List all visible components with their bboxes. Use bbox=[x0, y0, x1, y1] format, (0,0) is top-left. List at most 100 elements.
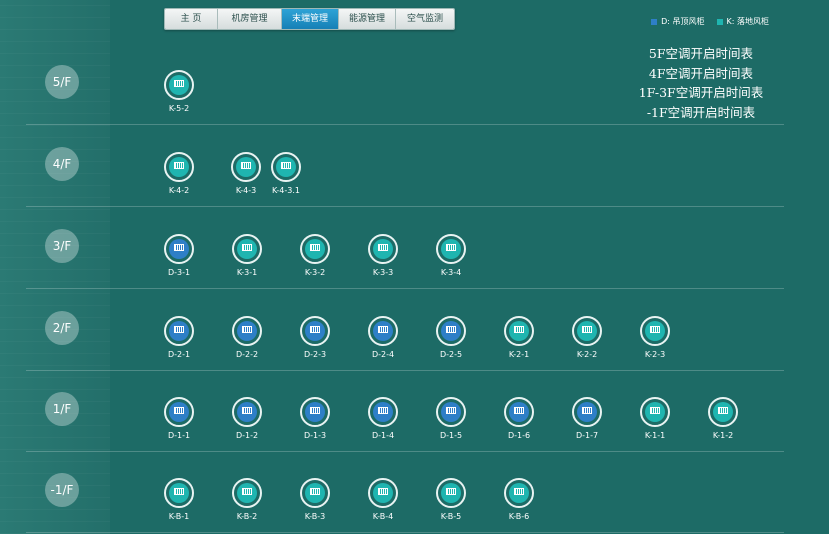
ac-unit[interactable]: K-3-4 bbox=[426, 234, 476, 277]
vent-icon bbox=[446, 488, 456, 495]
ac-unit[interactable]: K-B-3 bbox=[290, 478, 340, 521]
ac-unit[interactable]: K-3-1 bbox=[222, 234, 272, 277]
ac-unit-icon bbox=[164, 152, 194, 182]
ac-unit-icon bbox=[504, 316, 534, 346]
tab-terminal[interactable]: 末端管理 bbox=[282, 9, 339, 29]
legend-item-d: D: 吊顶风柜 bbox=[651, 16, 705, 27]
ac-unit-icon bbox=[368, 397, 398, 427]
ac-unit[interactable]: D-1-5 bbox=[426, 397, 476, 440]
main-nav: 主 页 机房管理 末端管理 能源管理 空气监测 bbox=[164, 8, 455, 30]
ac-unit[interactable]: K-2-1 bbox=[494, 316, 544, 359]
ac-unit[interactable]: D-2-2 bbox=[222, 316, 272, 359]
vent-icon bbox=[446, 326, 456, 333]
ac-unit-label: D-1-4 bbox=[371, 431, 395, 440]
vent-icon bbox=[718, 407, 728, 414]
ac-unit-icon bbox=[231, 152, 261, 182]
ac-unit-icon bbox=[368, 316, 398, 346]
tab-energy[interactable]: 能源管理 bbox=[339, 9, 396, 29]
vent-icon bbox=[378, 407, 388, 414]
ac-unit[interactable]: D-2-5 bbox=[426, 316, 476, 359]
ac-unit-label: K-1-2 bbox=[712, 431, 734, 440]
ac-unit[interactable]: K-B-6 bbox=[494, 478, 544, 521]
ac-unit[interactable]: D-1-7 bbox=[562, 397, 612, 440]
floor-label: 4/F bbox=[45, 146, 79, 181]
vent-icon bbox=[650, 407, 660, 414]
ac-unit-icon bbox=[436, 316, 466, 346]
vent-icon bbox=[582, 407, 592, 414]
ac-unit-label: K-2-3 bbox=[644, 350, 666, 359]
vent-icon bbox=[242, 488, 252, 495]
ac-unit[interactable]: D-1-6 bbox=[494, 397, 544, 440]
ac-unit-icon bbox=[232, 478, 262, 508]
vent-icon bbox=[281, 162, 291, 169]
vent-icon bbox=[174, 244, 184, 251]
ac-unit-label: K-3-1 bbox=[236, 268, 258, 277]
ac-unit-icon bbox=[436, 397, 466, 427]
ac-unit[interactable]: K-B-5 bbox=[426, 478, 476, 521]
ac-unit[interactable]: K-5-2 bbox=[154, 70, 204, 113]
ac-unit[interactable]: K-1-2 bbox=[698, 397, 748, 440]
vent-icon bbox=[310, 407, 320, 414]
ac-unit[interactable]: K-1-1 bbox=[630, 397, 680, 440]
ac-unit[interactable]: K-4-2 bbox=[154, 152, 204, 195]
tab-home[interactable]: 主 页 bbox=[165, 9, 218, 29]
ac-unit[interactable]: D-1-2 bbox=[222, 397, 272, 440]
ac-unit-label: K-4-2 bbox=[168, 186, 190, 195]
vent-icon bbox=[378, 488, 388, 495]
floor-label: 5/F bbox=[45, 64, 79, 99]
floor-row: 2/F D-2-1 D-2-2 D-2-3 D-2-4 D-2-5 K-2-1 K-2-2 K-… bbox=[0, 290, 784, 371]
legend-swatch-d bbox=[651, 18, 658, 25]
floor-row: -1/F K-B-1 K-B-2 K-B-3 K-B-4 K-B-5 K-B-6 bbox=[0, 452, 784, 533]
ac-unit-label: K-B-3 bbox=[304, 512, 326, 521]
legend-swatch-k bbox=[716, 18, 723, 25]
ac-unit[interactable]: K-B-1 bbox=[154, 478, 204, 521]
ac-unit[interactable]: D-1-3 bbox=[290, 397, 340, 440]
ac-unit[interactable]: K-3-2 bbox=[290, 234, 340, 277]
ac-unit-label: K-3-4 bbox=[440, 268, 462, 277]
vent-icon bbox=[174, 162, 184, 169]
vent-icon bbox=[378, 244, 388, 251]
ac-unit-label: K-1-1 bbox=[644, 431, 666, 440]
ac-unit-label: D-2-3 bbox=[303, 350, 327, 359]
ac-unit[interactable]: D-1-1 bbox=[154, 397, 204, 440]
ac-unit-icon bbox=[271, 152, 301, 182]
ac-unit-label: D-1-5 bbox=[439, 431, 463, 440]
legend: D: 吊顶风柜 K: 落地风柜 bbox=[651, 16, 769, 27]
ac-unit[interactable]: K-2-2 bbox=[562, 316, 612, 359]
ac-unit-icon bbox=[164, 234, 194, 264]
vent-icon bbox=[378, 326, 388, 333]
floor-row: 3/F D-3-1 K-3-1 K-3-2 K-3-3 K-3-4 bbox=[0, 208, 784, 289]
floor-row: 1/F D-1-1 D-1-2 D-1-3 D-1-4 D-1-5 D-1-6 D-1-7 K-… bbox=[0, 371, 784, 452]
tab-machine-room[interactable]: 机房管理 bbox=[218, 9, 282, 29]
ac-unit[interactable]: K-3-3 bbox=[358, 234, 408, 277]
ac-unit-label: D-3-1 bbox=[167, 268, 191, 277]
vent-icon bbox=[174, 488, 184, 495]
tab-air-monitor[interactable]: 空气监测 bbox=[396, 9, 454, 29]
vent-icon bbox=[650, 326, 660, 333]
ac-unit[interactable]: K-2-3 bbox=[630, 316, 680, 359]
ac-unit[interactable]: K-B-2 bbox=[222, 478, 272, 521]
ac-unit[interactable]: D-3-1 bbox=[154, 234, 204, 277]
ac-unit-icon bbox=[504, 478, 534, 508]
vent-icon bbox=[241, 162, 251, 169]
ac-unit-icon bbox=[164, 397, 194, 427]
vent-icon bbox=[174, 407, 184, 414]
vent-icon bbox=[174, 80, 184, 87]
ac-unit-icon bbox=[300, 316, 330, 346]
ac-unit-label: D-1-3 bbox=[303, 431, 327, 440]
ac-unit[interactable]: D-1-4 bbox=[358, 397, 408, 440]
ac-unit-icon bbox=[708, 397, 738, 427]
ac-unit-icon bbox=[164, 478, 194, 508]
floor-label: 1/F bbox=[45, 391, 79, 426]
vent-icon bbox=[514, 326, 524, 333]
ac-unit-icon bbox=[640, 397, 670, 427]
ac-unit-label: K-B-5 bbox=[440, 512, 462, 521]
ac-unit[interactable]: K-B-4 bbox=[358, 478, 408, 521]
ac-unit[interactable]: D-2-4 bbox=[358, 316, 408, 359]
ac-unit[interactable]: K-4-3.1 bbox=[261, 152, 311, 195]
ac-unit-icon bbox=[572, 316, 602, 346]
ac-unit-label: K-B-2 bbox=[236, 512, 258, 521]
ac-unit[interactable]: D-2-3 bbox=[290, 316, 340, 359]
ac-unit-icon bbox=[436, 234, 466, 264]
ac-unit[interactable]: D-2-1 bbox=[154, 316, 204, 359]
